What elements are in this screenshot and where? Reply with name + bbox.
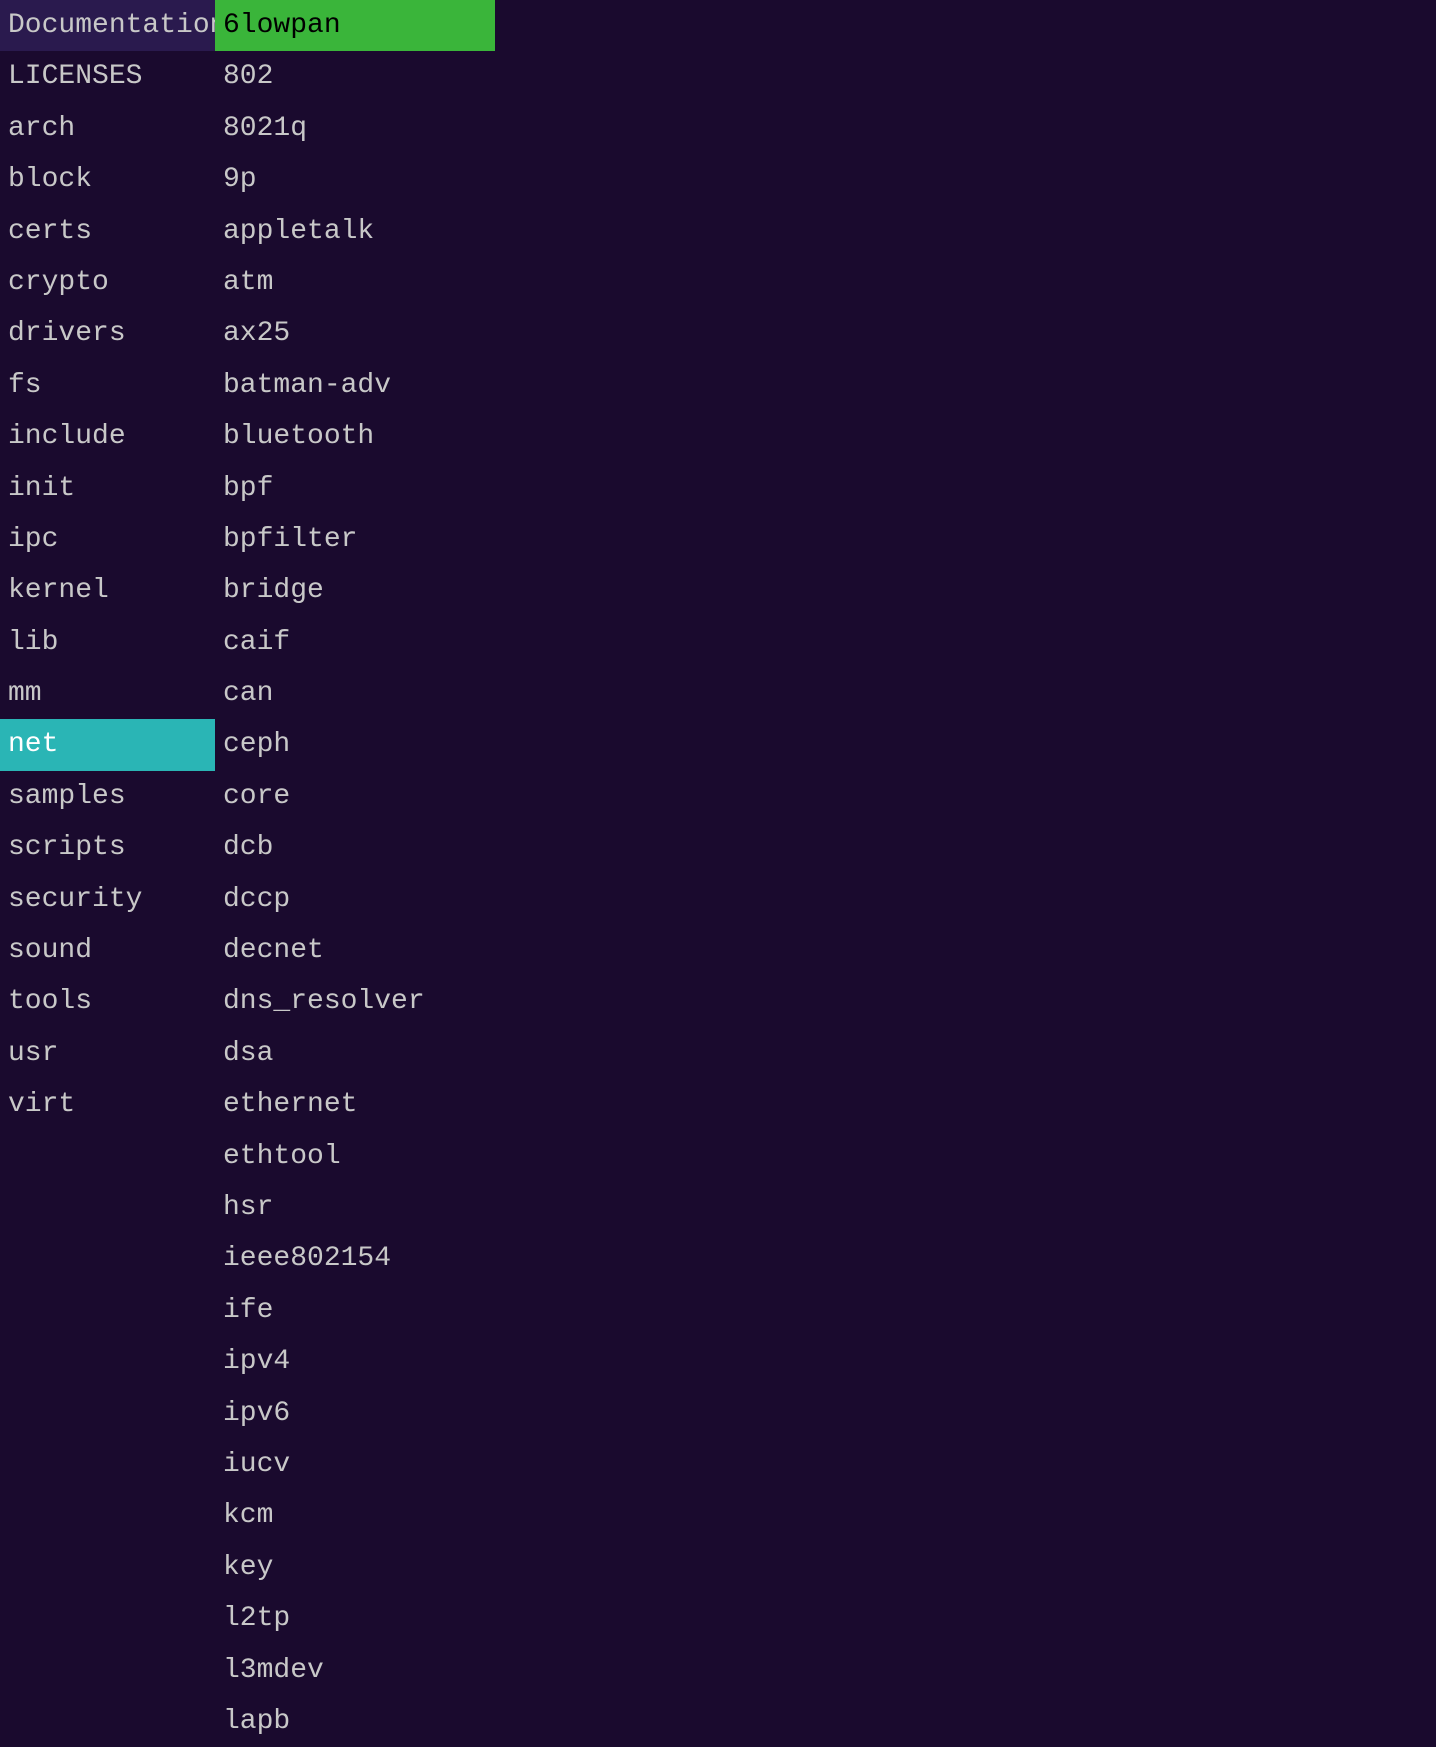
left-panel-item-block[interactable]: block [0,154,215,205]
right-panel-item-l2tp[interactable]: l2tp [215,1593,495,1644]
right-panel-item-bpfilter[interactable]: bpfilter [215,514,495,565]
left-panel-item-init[interactable]: init [0,463,215,514]
right-panel-item-ceph[interactable]: ceph [215,719,495,770]
right-panel-item-batman-adv[interactable]: batman-adv [215,360,495,411]
left-panel-item-certs[interactable]: certs [0,206,215,257]
left-directory-panel: DocumentationLICENSESarchblockcertscrypt… [0,0,215,1747]
left-panel-item-fs[interactable]: fs [0,360,215,411]
left-panel-item-drivers[interactable]: drivers [0,308,215,359]
left-panel-item-ipc[interactable]: ipc [0,514,215,565]
left-panel-item-virt[interactable]: virt [0,1079,215,1130]
right-panel-item-core[interactable]: core [215,771,495,822]
right-panel-item-bridge[interactable]: bridge [215,565,495,616]
right-panel-item-ax25[interactable]: ax25 [215,308,495,359]
right-panel-item-atm[interactable]: atm [215,257,495,308]
right-panel-item-dns_resolver[interactable]: dns_resolver [215,976,495,1027]
left-panel-item-sound[interactable]: sound [0,925,215,976]
left-panel-item-usr[interactable]: usr [0,1028,215,1079]
right-directory-panel: 6lowpan8028021q9pappletalkatmax25batman-… [215,0,495,1747]
right-panel-item-key[interactable]: key [215,1542,495,1593]
right-panel-item-ife[interactable]: ife [215,1285,495,1336]
right-panel-item-ethernet[interactable]: ethernet [215,1079,495,1130]
right-panel-item-bluetooth[interactable]: bluetooth [215,411,495,462]
right-panel-item-ipv6[interactable]: ipv6 [215,1388,495,1439]
left-panel-item-net[interactable]: net [0,719,215,770]
left-panel-item-licenses[interactable]: LICENSES [0,51,215,102]
right-panel-item-l3mdev[interactable]: l3mdev [215,1645,495,1696]
left-panel-item-include[interactable]: include [0,411,215,462]
left-panel-item-samples[interactable]: samples [0,771,215,822]
left-panel-item-scripts[interactable]: scripts [0,822,215,873]
right-panel-item-9p[interactable]: 9p [215,154,495,205]
right-panel-item-dcb[interactable]: dcb [215,822,495,873]
right-panel-item-kcm[interactable]: kcm [215,1490,495,1541]
right-panel-item-lapb[interactable]: lapb [215,1696,495,1747]
right-panel-item-ieee802154[interactable]: ieee802154 [215,1233,495,1284]
right-panel-item-can[interactable]: can [215,668,495,719]
left-panel-item-crypto[interactable]: crypto [0,257,215,308]
right-panel-item-ipv4[interactable]: ipv4 [215,1336,495,1387]
file-browser: DocumentationLICENSESarchblockcertscrypt… [0,0,1436,1747]
left-panel-item-kernel[interactable]: kernel [0,565,215,616]
right-panel-item-dsa[interactable]: dsa [215,1028,495,1079]
left-panel-item-arch[interactable]: arch [0,103,215,154]
right-panel-item-decnet[interactable]: decnet [215,925,495,976]
empty-area [495,0,1436,1747]
left-panel-item-tools[interactable]: tools [0,976,215,1027]
right-panel-item-caif[interactable]: caif [215,617,495,668]
right-panel-item-iucv[interactable]: iucv [215,1439,495,1490]
right-panel-item-8021q[interactable]: 8021q [215,103,495,154]
right-panel-item-appletalk[interactable]: appletalk [215,206,495,257]
right-panel-item-bpf[interactable]: bpf [215,463,495,514]
left-panel-item-lib[interactable]: lib [0,617,215,668]
left-panel-item-documentation[interactable]: Documentation [0,0,215,51]
right-panel-item-dccp[interactable]: dccp [215,874,495,925]
left-panel-item-mm[interactable]: mm [0,668,215,719]
right-panel-item-6lowpan[interactable]: 6lowpan [215,0,495,51]
right-panel-item-802[interactable]: 802 [215,51,495,102]
right-panel-item-hsr[interactable]: hsr [215,1182,495,1233]
right-panel-item-ethtool[interactable]: ethtool [215,1131,495,1182]
left-panel-item-security[interactable]: security [0,874,215,925]
